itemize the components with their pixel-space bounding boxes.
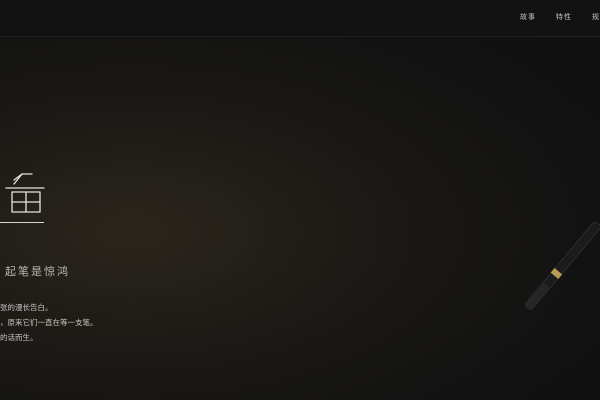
top-nav: 故事 特性 规	[520, 12, 600, 22]
nav-item-features[interactable]: 特性	[556, 12, 572, 22]
description-line: ，原来它们一直在等一支笔。	[0, 318, 98, 327]
hero-description: 张的漫长告白。 ，原来它们一直在等一支笔。 的话而生。	[0, 300, 98, 345]
description-line: 的话而生。	[0, 333, 38, 342]
description-line: 张的漫长告白。	[0, 303, 53, 312]
nav-item-spec[interactable]: 规	[592, 12, 600, 22]
hero-tagline: 起笔是惊鸿	[5, 265, 70, 278]
top-navigation-bar: 故事 特性 规	[0, 0, 600, 37]
pen-illustration	[524, 221, 600, 310]
nav-item-story[interactable]: 故事	[520, 12, 536, 22]
hero-calligraphy-char	[5, 173, 45, 213]
hero-underline	[0, 222, 44, 223]
